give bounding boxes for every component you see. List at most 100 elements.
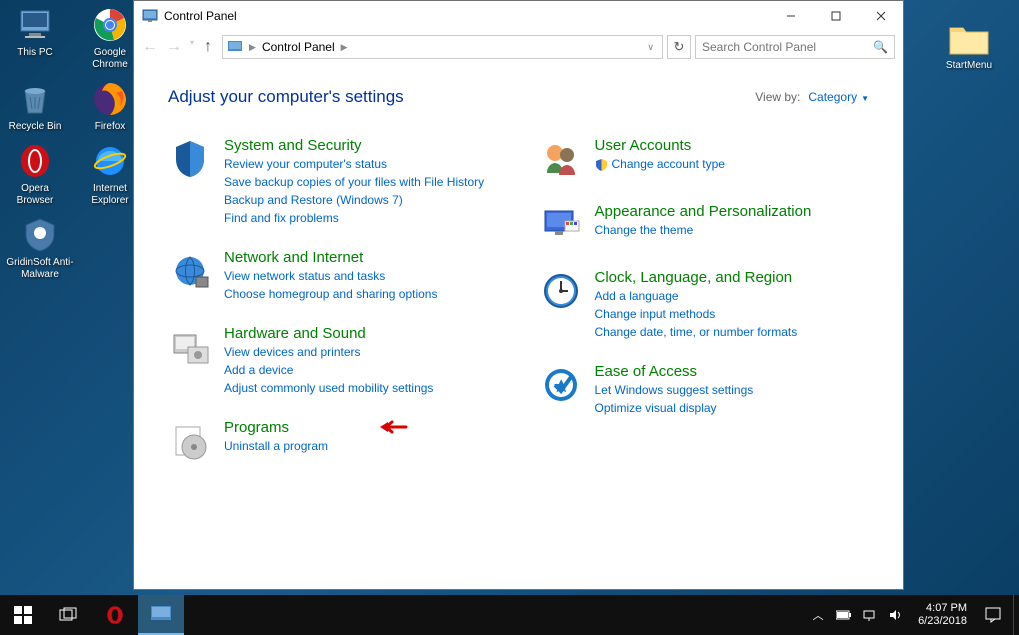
nav-forward-button[interactable]: →: [166, 38, 182, 56]
tray-volume-icon[interactable]: [888, 607, 904, 623]
pc-icon: [15, 5, 55, 45]
category-hardware: Hardware and SoundView devices and print…: [168, 325, 499, 397]
desktop-icon-label: Internet Explorer: [80, 183, 140, 207]
tray-chevron-icon[interactable]: ︿: [810, 607, 826, 623]
window-controls: [768, 1, 903, 31]
nav-back-button[interactable]: ←: [142, 38, 158, 56]
taskbar-app-control-panel[interactable]: [138, 595, 184, 635]
category-link[interactable]: Add a device: [224, 362, 499, 379]
viewby-dropdown[interactable]: Category▼: [808, 90, 869, 104]
clock-icon: [539, 269, 583, 313]
system-tray: ︿: [810, 607, 912, 623]
refresh-button[interactable]: ↻: [667, 35, 691, 59]
category-title[interactable]: User Accounts: [595, 137, 870, 155]
category-link[interactable]: Change date, time, or number formats: [595, 324, 870, 341]
desktop-icon-chrome[interactable]: Google Chrome: [80, 5, 140, 71]
category-title[interactable]: Hardware and Sound: [224, 325, 499, 343]
category-link[interactable]: Let Windows suggest settings: [595, 382, 870, 399]
address-bar: ← → ▾ ↑ ▶ Control Panel ▶ ∨ ↻ 🔍: [134, 31, 903, 63]
breadcrumb-box[interactable]: ▶ Control Panel ▶ ∨: [222, 35, 663, 59]
start-button[interactable]: [0, 595, 46, 635]
viewby-label: View by:: [755, 90, 800, 104]
gridinsoft-icon: [20, 215, 60, 255]
search-icon[interactable]: 🔍: [873, 40, 888, 54]
folder-icon: [947, 20, 991, 58]
task-view-button[interactable]: [46, 595, 92, 635]
titlebar[interactable]: Control Panel: [134, 1, 903, 31]
minimize-button[interactable]: [768, 1, 813, 31]
nav-up-button[interactable]: ↑: [204, 38, 212, 56]
control-panel-small-icon: [227, 39, 243, 55]
taskbar-app-opera[interactable]: [92, 595, 138, 635]
users-icon: [539, 137, 583, 181]
category-link[interactable]: Find and fix problems: [224, 210, 499, 227]
desktop-icon-gridinsoft[interactable]: GridinSoft Anti-Malware: [5, 215, 75, 281]
desktop-icon-opera[interactable]: Opera Browser: [5, 141, 65, 207]
taskbar-clock[interactable]: 4:07 PM 6/23/2018: [912, 602, 973, 628]
viewby-value: Category: [808, 90, 857, 104]
maximize-button[interactable]: [813, 1, 858, 31]
breadcrumb-separator-icon[interactable]: ▶: [341, 42, 348, 53]
category-link[interactable]: Adjust commonly used mobility settings: [224, 380, 499, 397]
category-title[interactable]: System and Security: [224, 137, 499, 155]
category-link[interactable]: Change input methods: [595, 306, 870, 323]
category-link[interactable]: Add a language: [595, 288, 870, 305]
category-title[interactable]: Clock, Language, and Region: [595, 269, 870, 287]
category-link[interactable]: Save backup copies of your files with Fi…: [224, 174, 499, 191]
category-link[interactable]: View devices and printers: [224, 344, 499, 361]
search-box[interactable]: 🔍: [695, 35, 895, 59]
category-link[interactable]: Change the theme: [595, 222, 870, 239]
uac-shield-icon: [595, 158, 608, 171]
category-link[interactable]: View network status and tasks: [224, 268, 499, 285]
category-title[interactable]: Network and Internet: [224, 249, 499, 267]
category-link[interactable]: Review your computer's status: [224, 156, 499, 173]
categories-right-column: User AccountsChange account type Appearan…: [539, 137, 870, 463]
system-security-icon: [168, 137, 212, 181]
desktop-icon-startmenu[interactable]: StartMenu: [934, 20, 1004, 71]
desktop-icon-label: Opera Browser: [5, 183, 65, 207]
category-system-security: System and SecurityReview your computer'…: [168, 137, 499, 227]
taskbar: ︿ 4:07 PM 6/23/2018: [0, 595, 1019, 635]
category-link[interactable]: Choose homegroup and sharing options: [224, 286, 499, 303]
category-link[interactable]: Backup and Restore (Windows 7): [224, 192, 499, 209]
desktop-icon-label: Google Chrome: [80, 47, 140, 71]
desktop-icon-recycle-bin[interactable]: Recycle Bin: [5, 79, 65, 133]
control-panel-window: Control Panel ← → ▾ ↑ ▶ Control Panel ▶ …: [133, 0, 904, 590]
categories-left-column: System and SecurityReview your computer'…: [168, 137, 499, 463]
category-link[interactable]: Change account type: [595, 156, 870, 173]
search-input[interactable]: [702, 40, 873, 54]
desktop-icons-left: This PC Google Chrome Recycle Bin Firefo…: [5, 5, 145, 281]
ease-icon: [539, 363, 583, 407]
desktop-icon-this-pc[interactable]: This PC: [5, 5, 65, 71]
tray-battery-icon[interactable]: [836, 607, 852, 623]
tray-network-icon[interactable]: [862, 607, 878, 623]
desktop-icon-label: GridinSoft Anti-Malware: [5, 257, 75, 281]
category-title[interactable]: Ease of Access: [595, 363, 870, 381]
category-link[interactable]: Uninstall a program: [224, 438, 499, 455]
breadcrumb-dropdown-icon[interactable]: ∨: [647, 42, 654, 53]
desktop-icon-ie[interactable]: Internet Explorer: [80, 141, 140, 207]
clock-date: 6/23/2018: [918, 615, 967, 628]
category-title[interactable]: Appearance and Personalization: [595, 203, 870, 221]
network-icon: [168, 249, 212, 293]
programs-icon: [168, 419, 212, 463]
recycle-bin-icon: [15, 79, 55, 119]
desktop-icon-label: Recycle Bin: [9, 121, 62, 133]
desktop-icon-label: This PC: [17, 47, 53, 59]
breadcrumb-text[interactable]: Control Panel: [262, 40, 335, 54]
page-heading: Adjust your computer's settings: [168, 87, 755, 107]
breadcrumb-separator-icon: ▶: [249, 42, 256, 53]
close-button[interactable]: [858, 1, 903, 31]
opera-icon: [15, 141, 55, 181]
chrome-icon: [90, 5, 130, 45]
show-desktop-button[interactable]: [1013, 595, 1019, 635]
notifications-button[interactable]: [973, 595, 1013, 635]
content-header: Adjust your computer's settings View by:…: [168, 87, 869, 107]
category-link[interactable]: Optimize visual display: [595, 400, 870, 417]
desktop-icon-firefox[interactable]: Firefox: [80, 79, 140, 133]
category-appearance: Appearance and PersonalizationChange the…: [539, 203, 870, 247]
content-area: Adjust your computer's settings View by:…: [134, 63, 903, 589]
category-programs: ProgramsUninstall a program: [168, 419, 499, 463]
category-title[interactable]: Programs: [224, 419, 499, 437]
nav-recent-dropdown[interactable]: ▾: [190, 38, 194, 56]
